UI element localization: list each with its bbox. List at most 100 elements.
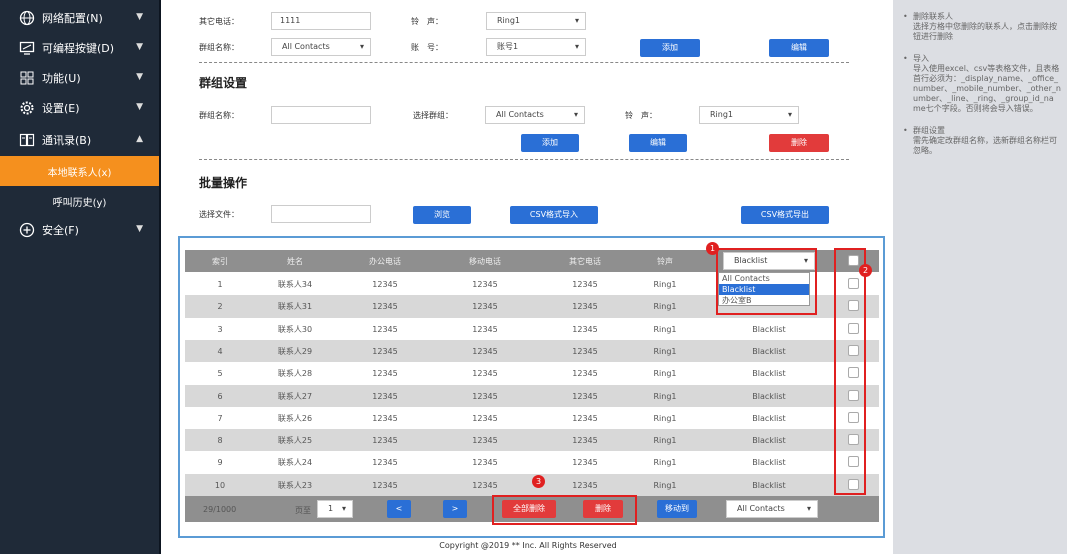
- nav-label: 设置(E): [42, 102, 80, 115]
- cell-idx: 4: [217, 346, 223, 356]
- select-group-select[interactable]: All Contacts: [485, 106, 585, 124]
- cell-name: 联系人29: [277, 346, 313, 356]
- cell-office: 12345: [372, 324, 398, 334]
- csv-import-button[interactable]: CSV格式导入: [510, 206, 598, 224]
- table-row[interactable]: 7 联系人26 12345 12345 12345 Ring1 Blacklist: [185, 406, 879, 430]
- nav-label: 通讯录(B): [42, 134, 92, 147]
- cell-group: Blacklist: [752, 346, 786, 356]
- cell-name: 联系人28: [277, 369, 313, 379]
- cell-other: 12345: [572, 302, 598, 312]
- grid-icon: [18, 69, 36, 87]
- table-row[interactable]: 6 联系人27 12345 12345 12345 Ring1 Blacklist: [185, 384, 879, 408]
- account-select[interactable]: 账号1: [486, 38, 586, 56]
- ring-select[interactable]: Ring1: [486, 12, 586, 30]
- nav-programmable-keys[interactable]: 可编程按键(D) ▼: [0, 33, 159, 63]
- callout-badge-1: 1: [706, 242, 719, 255]
- browse-button[interactable]: 浏览: [413, 206, 471, 224]
- chevron-up-icon: ▲: [136, 134, 143, 144]
- account-label: 账 号：: [411, 43, 443, 52]
- edit-contact-button[interactable]: 编辑: [769, 39, 829, 57]
- cell-other: 12345: [572, 346, 598, 356]
- cell-office: 12345: [372, 436, 398, 446]
- cell-idx: 10: [214, 480, 226, 490]
- cell-office: 12345: [372, 280, 398, 289]
- group-name-select[interactable]: All Contacts: [271, 38, 371, 56]
- cell-group: Blacklist: [752, 391, 786, 401]
- table-row[interactable]: 3 联系人30 12345 12345 12345 Ring1 Blacklist: [185, 317, 879, 341]
- add-contact-button[interactable]: 添加: [640, 39, 700, 57]
- prev-page-button[interactable]: <: [387, 500, 411, 518]
- csv-export-button[interactable]: CSV格式导出: [741, 206, 829, 224]
- group-name-label: 群组名称：: [199, 43, 239, 52]
- cell-ring: Ring1: [653, 480, 677, 490]
- nav-contacts[interactable]: 通讯录(B) ▲: [0, 125, 159, 155]
- cell-idx: 5: [217, 369, 223, 379]
- cell-ring: Ring1: [653, 413, 677, 423]
- cell-office: 12345: [372, 346, 398, 356]
- other-phone-input[interactable]: 1111: [271, 12, 371, 30]
- move-to-button[interactable]: 移动到: [657, 500, 697, 518]
- move-target-select[interactable]: All Contacts: [726, 500, 818, 518]
- nav-label: 功能(U): [42, 72, 81, 85]
- nav-label: 呼叫历史(y): [52, 197, 107, 209]
- cell-ring: Ring1: [653, 302, 677, 312]
- next-page-button[interactable]: >: [443, 500, 467, 518]
- batch-title: 批量操作: [199, 176, 248, 190]
- file-input[interactable]: [271, 205, 371, 223]
- delete-group-button[interactable]: 删除: [769, 134, 829, 152]
- cell-other: 12345: [572, 413, 598, 423]
- nav-security[interactable]: 安全(F) ▼: [0, 215, 159, 245]
- cell-name: 联系人23: [277, 480, 313, 490]
- table-row[interactable]: 5 联系人28 12345 12345 12345 Ring1 Blacklist: [185, 362, 879, 386]
- cell-ring: Ring1: [653, 391, 677, 401]
- cell-idx: 1: [217, 280, 223, 289]
- cell-group: Blacklist: [752, 458, 786, 468]
- cell-office: 12345: [372, 413, 398, 423]
- help-title: 删除联系人: [913, 12, 953, 21]
- header-office: 办公电话: [369, 256, 401, 266]
- chevron-down-icon: ▼: [136, 224, 143, 234]
- cell-group: Blacklist: [752, 369, 786, 379]
- header-mobile: 移动电话: [469, 256, 501, 266]
- cell-mobile: 12345: [472, 436, 498, 446]
- table-row[interactable]: 8 联系人25 12345 12345 12345 Ring1 Blacklist: [185, 429, 879, 453]
- cell-ring: Ring1: [653, 324, 677, 334]
- cell-ring: Ring1: [653, 458, 677, 468]
- nav-call-history[interactable]: 呼叫历史(y): [0, 186, 159, 216]
- cell-mobile: 12345: [472, 324, 498, 334]
- edit-group-button[interactable]: 编辑: [629, 134, 687, 152]
- help-item: • 群组设置 需先确定改群组名称，选新群组名称栏可忽略。: [903, 126, 1061, 156]
- cell-ring: Ring1: [653, 280, 677, 289]
- cell-group: Blacklist: [752, 413, 786, 423]
- cell-name: 联系人30: [277, 324, 313, 334]
- nav-network-config[interactable]: 网络配置(N) ▼: [0, 3, 159, 33]
- group-name-label: 群组名称：: [199, 111, 239, 120]
- record-count: 29/1000: [203, 505, 237, 514]
- callout-box-2: [834, 248, 866, 495]
- divider: [199, 62, 849, 63]
- group-ring-select[interactable]: Ring1: [699, 106, 799, 124]
- callout-box-1: [716, 248, 817, 315]
- group-name-input[interactable]: [271, 106, 371, 124]
- nav-local-contacts[interactable]: 本地联系人(x): [0, 156, 159, 186]
- chevron-down-icon: ▼: [136, 102, 143, 112]
- cell-mobile: 12345: [472, 413, 498, 423]
- cell-other: 12345: [572, 369, 598, 379]
- table-row[interactable]: 9 联系人24 12345 12345 12345 Ring1 Blacklist: [185, 451, 879, 475]
- help-title: 导入: [913, 54, 929, 63]
- page-select[interactable]: 1: [317, 500, 353, 518]
- add-group-button[interactable]: 添加: [521, 134, 579, 152]
- gear-icon: [18, 99, 36, 117]
- nav-features[interactable]: 功能(U) ▼: [0, 63, 159, 93]
- cell-office: 12345: [372, 458, 398, 468]
- cell-name: 联系人24: [277, 458, 313, 468]
- help-item: • 导入 导入使用excel、csv等表格文件，且表格首行必须为：_display…: [903, 54, 1061, 113]
- ring-label: 铃 声：: [411, 17, 443, 26]
- callout-box-3: [492, 495, 637, 525]
- header-name: 姓名: [287, 256, 303, 266]
- copyright: Copyright @2019 ** Inc. All Rights Reser…: [163, 538, 893, 554]
- select-group-label: 选择群组：: [413, 111, 453, 120]
- globe-icon: [18, 9, 36, 27]
- table-row[interactable]: 4 联系人29 12345 12345 12345 Ring1 Blacklist: [185, 339, 879, 363]
- nav-settings[interactable]: 设置(E) ▼: [0, 93, 159, 123]
